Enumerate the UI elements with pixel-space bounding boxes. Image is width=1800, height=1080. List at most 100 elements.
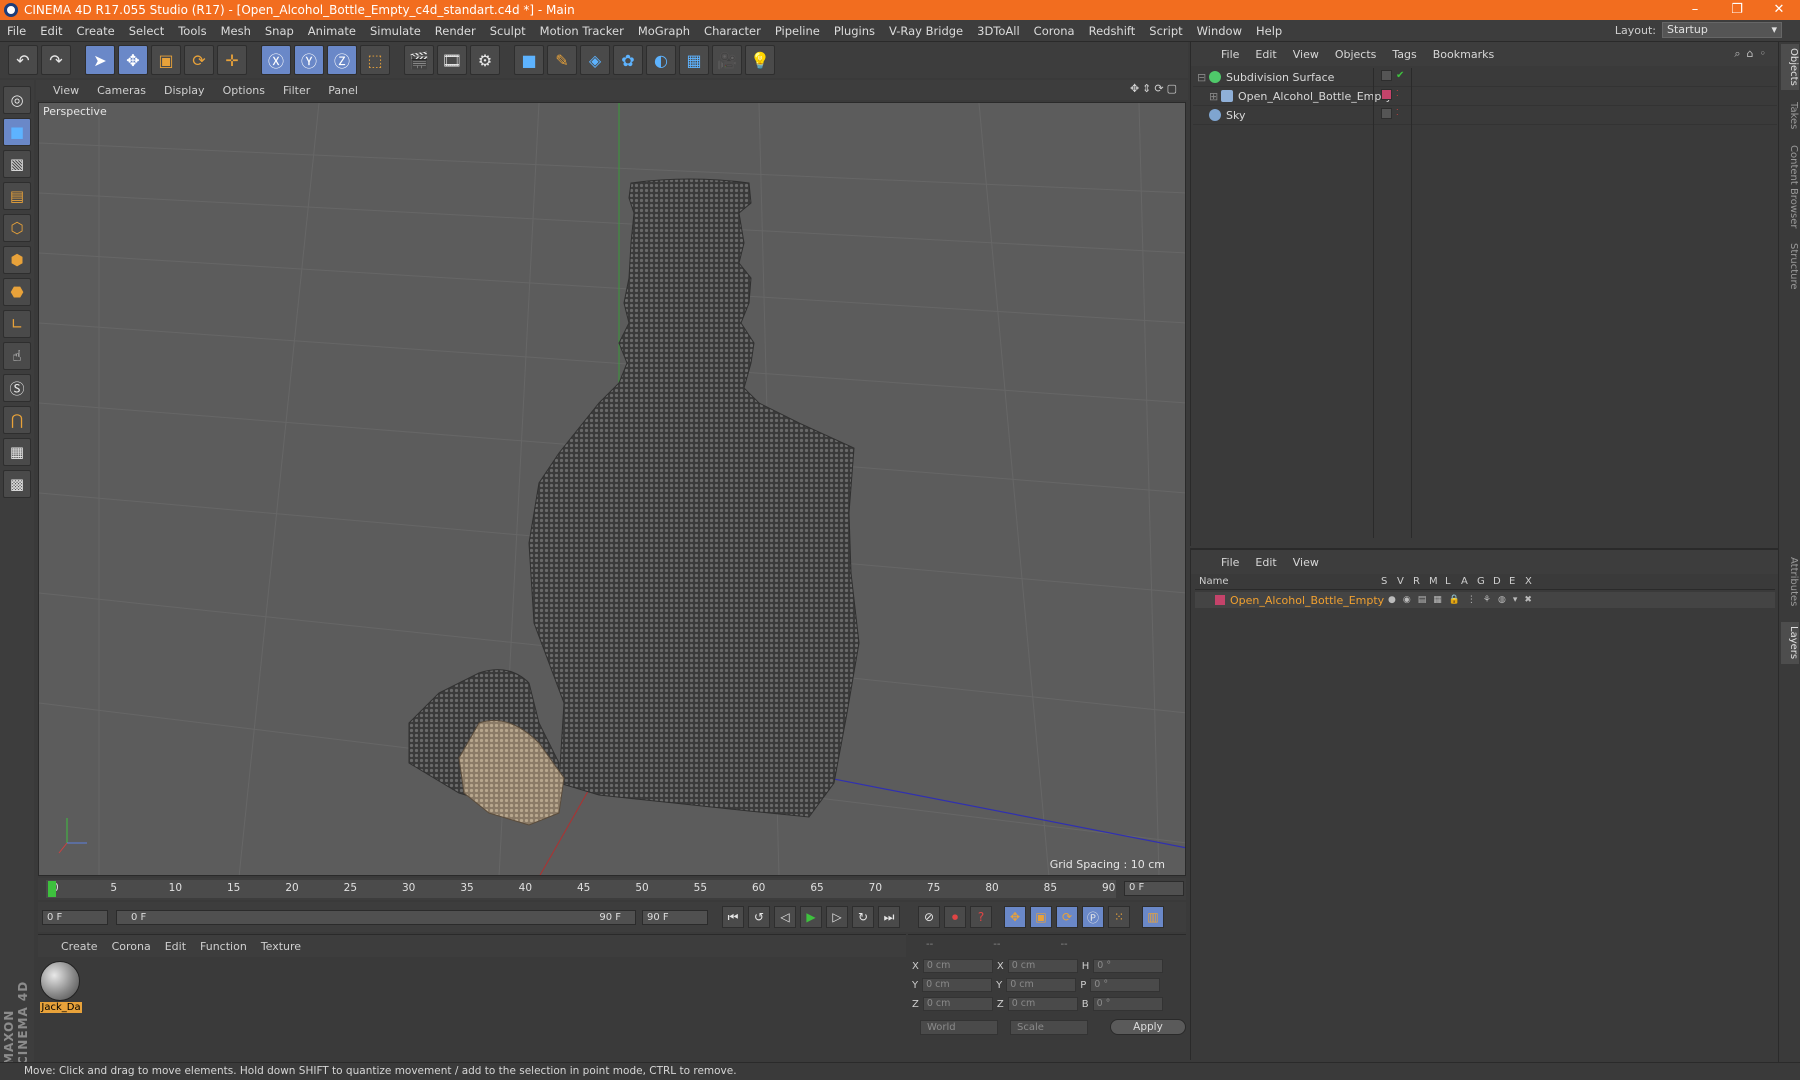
mat-menu-function[interactable]: Function xyxy=(193,940,254,953)
side-tab-structure[interactable]: Structure xyxy=(1781,238,1799,294)
obj-menu-view[interactable]: View xyxy=(1285,48,1327,61)
side-tab-layers[interactable]: Layers xyxy=(1781,622,1799,664)
key-rotation-icon[interactable]: ⟳ xyxy=(1056,906,1078,928)
menu-simulate[interactable]: Simulate xyxy=(363,24,428,38)
menu-vray-bridge[interactable]: V-Ray Bridge xyxy=(882,24,970,38)
redo-icon[interactable]: ↷ xyxy=(41,45,71,75)
menu-pipeline[interactable]: Pipeline xyxy=(768,24,827,38)
layer-menu-view[interactable]: View xyxy=(1285,556,1327,569)
key-parameter-icon[interactable]: Ⓟ xyxy=(1082,906,1104,928)
coord-pos-y-field[interactable]: 0 cm xyxy=(922,978,993,992)
render-view-icon[interactable]: 🎬 xyxy=(404,45,434,75)
snap-icon[interactable]: ⋂ xyxy=(3,406,31,434)
menu-render[interactable]: Render xyxy=(428,24,483,38)
perspective-viewport[interactable]: Perspective Grid Spacing : 10 cm xyxy=(38,102,1186,876)
model-mode-icon[interactable]: ■ xyxy=(3,118,31,146)
check-icon[interactable]: ✔ xyxy=(1396,70,1404,81)
menu-edit[interactable]: Edit xyxy=(33,24,69,38)
texture-mode-icon[interactable]: ▧ xyxy=(3,150,31,178)
menu-sculpt[interactable]: Sculpt xyxy=(483,24,533,38)
timeline[interactable]: 051015202530354045505560657075808590 0 F xyxy=(38,878,1186,900)
object-row[interactable]: Sky ⁚ xyxy=(1193,106,1777,125)
menu-plugins[interactable]: Plugins xyxy=(827,24,882,38)
menu-motion-tracker[interactable]: Motion Tracker xyxy=(533,24,631,38)
y-axis-lock-icon[interactable]: Ⓨ xyxy=(294,45,324,75)
coord-rot-h-field[interactable]: 0 ° xyxy=(1093,959,1164,973)
mat-menu-corona[interactable]: Corona xyxy=(105,940,158,953)
obj-search-home-icons[interactable]: ⌕⌂◦ xyxy=(1734,47,1772,61)
render-picture-viewer-icon[interactable]: 🎞 xyxy=(437,45,467,75)
x-axis-lock-icon[interactable]: Ⓧ xyxy=(261,45,291,75)
live-selection-icon[interactable]: ✛ xyxy=(217,45,247,75)
prev-frame-icon[interactable]: ◁ xyxy=(774,906,796,928)
visibility-dots-icon[interactable]: ⁚ xyxy=(1396,108,1399,119)
floor-icon[interactable]: ▦ xyxy=(679,45,709,75)
workplane-mode-icon[interactable]: ▤ xyxy=(3,182,31,210)
layer-row[interactable]: Open_Alcohol_Bottle_Empty ●◉▤▦🔒⋮⚘◍▾✖ xyxy=(1195,592,1775,608)
visibility-dots-icon[interactable]: ⁚ xyxy=(1396,89,1399,100)
material-swatch[interactable]: Jack_Da xyxy=(40,961,82,1013)
axis-mode-icon[interactable]: ∟ xyxy=(3,310,31,338)
key-position-icon[interactable]: ✥ xyxy=(1004,906,1026,928)
layer-flag[interactable] xyxy=(1381,70,1392,81)
light-icon[interactable]: 💡 xyxy=(745,45,775,75)
menu-redshift[interactable]: Redshift xyxy=(1082,24,1143,38)
menu-snap[interactable]: Snap xyxy=(258,24,301,38)
layer-flag[interactable] xyxy=(1381,108,1392,119)
viewport-menu-cameras[interactable]: Cameras xyxy=(88,84,155,97)
coord-size-z-field[interactable]: 0 cm xyxy=(1007,997,1078,1011)
points-mode-icon[interactable]: ⬡ xyxy=(3,214,31,242)
viewport-menu-view[interactable]: View xyxy=(44,84,88,97)
menu-help[interactable]: Help xyxy=(1249,24,1289,38)
next-frame-icon[interactable]: ▷ xyxy=(826,906,848,928)
menu-create[interactable]: Create xyxy=(70,24,122,38)
side-tab-takes[interactable]: Takes xyxy=(1781,98,1799,134)
menu-character[interactable]: Character xyxy=(697,24,768,38)
menu-3dtoall[interactable]: 3DToAll xyxy=(970,24,1027,38)
record-disabled-icon[interactable]: ⊘ xyxy=(918,906,940,928)
timeline-window-icon[interactable]: ▥ xyxy=(1142,906,1164,928)
subdivision-surface-icon[interactable]: ◈ xyxy=(580,45,610,75)
layer-toggle-icons[interactable]: ●◉▤▦🔒⋮⚘◍▾✖ xyxy=(1388,595,1539,605)
goto-end-icon[interactable]: ⏭ xyxy=(878,906,900,928)
coord-world-dropdown[interactable]: World xyxy=(920,1019,998,1035)
z-axis-lock-icon[interactable]: Ⓩ xyxy=(327,45,357,75)
lock-workplane-icon[interactable]: ▦ xyxy=(3,438,31,466)
menu-tools[interactable]: Tools xyxy=(171,24,213,38)
rotate-tool-icon[interactable]: ⟳ xyxy=(184,45,214,75)
menu-animate[interactable]: Animate xyxy=(301,24,363,38)
menu-file[interactable]: File xyxy=(0,24,33,38)
close-icon[interactable]: ✕ xyxy=(1758,0,1800,20)
coord-rot-b-field[interactable]: 0 ° xyxy=(1092,997,1163,1011)
viewport-menu-display[interactable]: Display xyxy=(155,84,214,97)
layer-menu-file[interactable]: File xyxy=(1213,556,1247,569)
layout-dropdown[interactable]: Startup xyxy=(1662,22,1782,38)
select-cursor-icon[interactable]: ➤ xyxy=(85,45,115,75)
menu-corona[interactable]: Corona xyxy=(1027,24,1082,38)
obj-menu-objects[interactable]: Objects xyxy=(1327,48,1385,61)
layer-menu-edit[interactable]: Edit xyxy=(1247,556,1284,569)
obj-menu-tags[interactable]: Tags xyxy=(1384,48,1424,61)
timeline-ruler[interactable]: 051015202530354045505560657075808590 xyxy=(46,880,1116,898)
minimize-icon[interactable]: – xyxy=(1674,0,1716,20)
collapse-icon[interactable]: ⊟ xyxy=(1197,71,1209,84)
prev-key-icon[interactable]: ↺ xyxy=(748,906,770,928)
viewport-menu-panel[interactable]: Panel xyxy=(319,84,367,97)
coord-pos-z-field[interactable]: 0 cm xyxy=(922,997,993,1011)
auto-key-icon[interactable]: ? xyxy=(970,906,992,928)
coordinate-system-icon[interactable]: ⬚ xyxy=(360,45,390,75)
pen-spline-icon[interactable]: ✎ xyxy=(547,45,577,75)
tweak-mode-icon[interactable]: ☝ xyxy=(3,342,31,370)
polygons-mode-icon[interactable]: ⬣ xyxy=(3,278,31,306)
next-key-icon[interactable]: ↻ xyxy=(852,906,874,928)
side-tab-attributes[interactable]: Attributes xyxy=(1781,550,1799,614)
object-row[interactable]: ⊞ Open_Alcohol_Bottle_Empty ⁚ xyxy=(1193,87,1777,106)
apply-button[interactable]: Apply xyxy=(1110,1019,1186,1035)
mat-menu-create[interactable]: Create xyxy=(54,940,105,953)
playhead[interactable] xyxy=(48,881,56,897)
frame-range-slider[interactable]: 0 F 90 F xyxy=(116,909,636,925)
coord-pos-x-field[interactable]: 0 cm xyxy=(922,959,993,973)
viewport-menu-options[interactable]: Options xyxy=(214,84,274,97)
solo-mode-icon[interactable]: Ⓢ xyxy=(3,374,31,402)
camera-icon[interactable]: 🎥 xyxy=(712,45,742,75)
